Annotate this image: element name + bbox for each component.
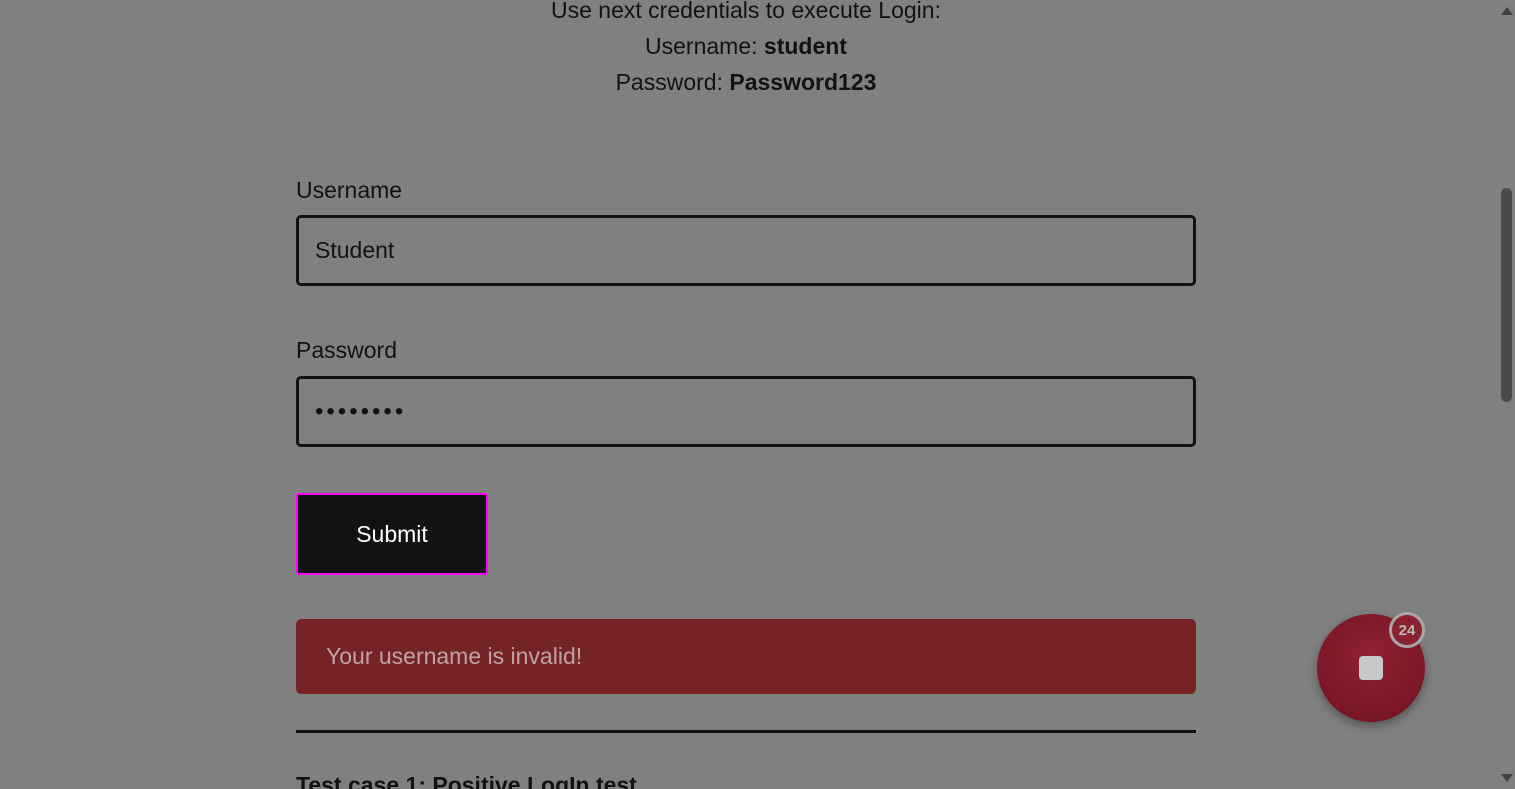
credentials-password-line: Password: Password123 [296, 64, 1196, 100]
notification-badge: 24 [1389, 612, 1425, 648]
recorder-stop-button[interactable]: 24 [1317, 612, 1425, 722]
username-input[interactable]: Student [296, 215, 1196, 286]
vertical-scrollbar[interactable] [1498, 0, 1515, 789]
password-input[interactable]: •••••••• [296, 376, 1196, 447]
scroll-down-arrow-icon[interactable] [1501, 774, 1513, 782]
error-message-text: Your username is invalid! [326, 643, 583, 669]
test-case-title: Test case 1: Positive LogIn test [296, 772, 637, 789]
scroll-up-arrow-icon[interactable] [1501, 7, 1513, 15]
credentials-username-line: Username: student [296, 28, 1196, 64]
credentials-username-value: student [763, 33, 847, 59]
password-input-value: •••••••• [315, 397, 407, 425]
submit-button[interactable]: Submit [296, 493, 488, 575]
credentials-intro: Use next credentials to execute Login: [551, 0, 941, 23]
username-label: Username [296, 177, 403, 203]
password-label: Password [296, 337, 397, 363]
page: Use next credentials to execute Login: U… [0, 0, 1515, 789]
username-input-value: Student [315, 237, 395, 263]
credentials-info: Use next credentials to execute Login: U… [296, 0, 1196, 100]
credentials-username-label: Username: [645, 33, 758, 59]
stop-icon [1359, 656, 1383, 680]
scrollbar-thumb[interactable] [1501, 188, 1512, 402]
credentials-password-label: Password: [615, 69, 723, 95]
divider [296, 730, 1196, 733]
error-message: Your username is invalid! [296, 619, 1196, 694]
credentials-password-value: Password123 [729, 69, 877, 95]
